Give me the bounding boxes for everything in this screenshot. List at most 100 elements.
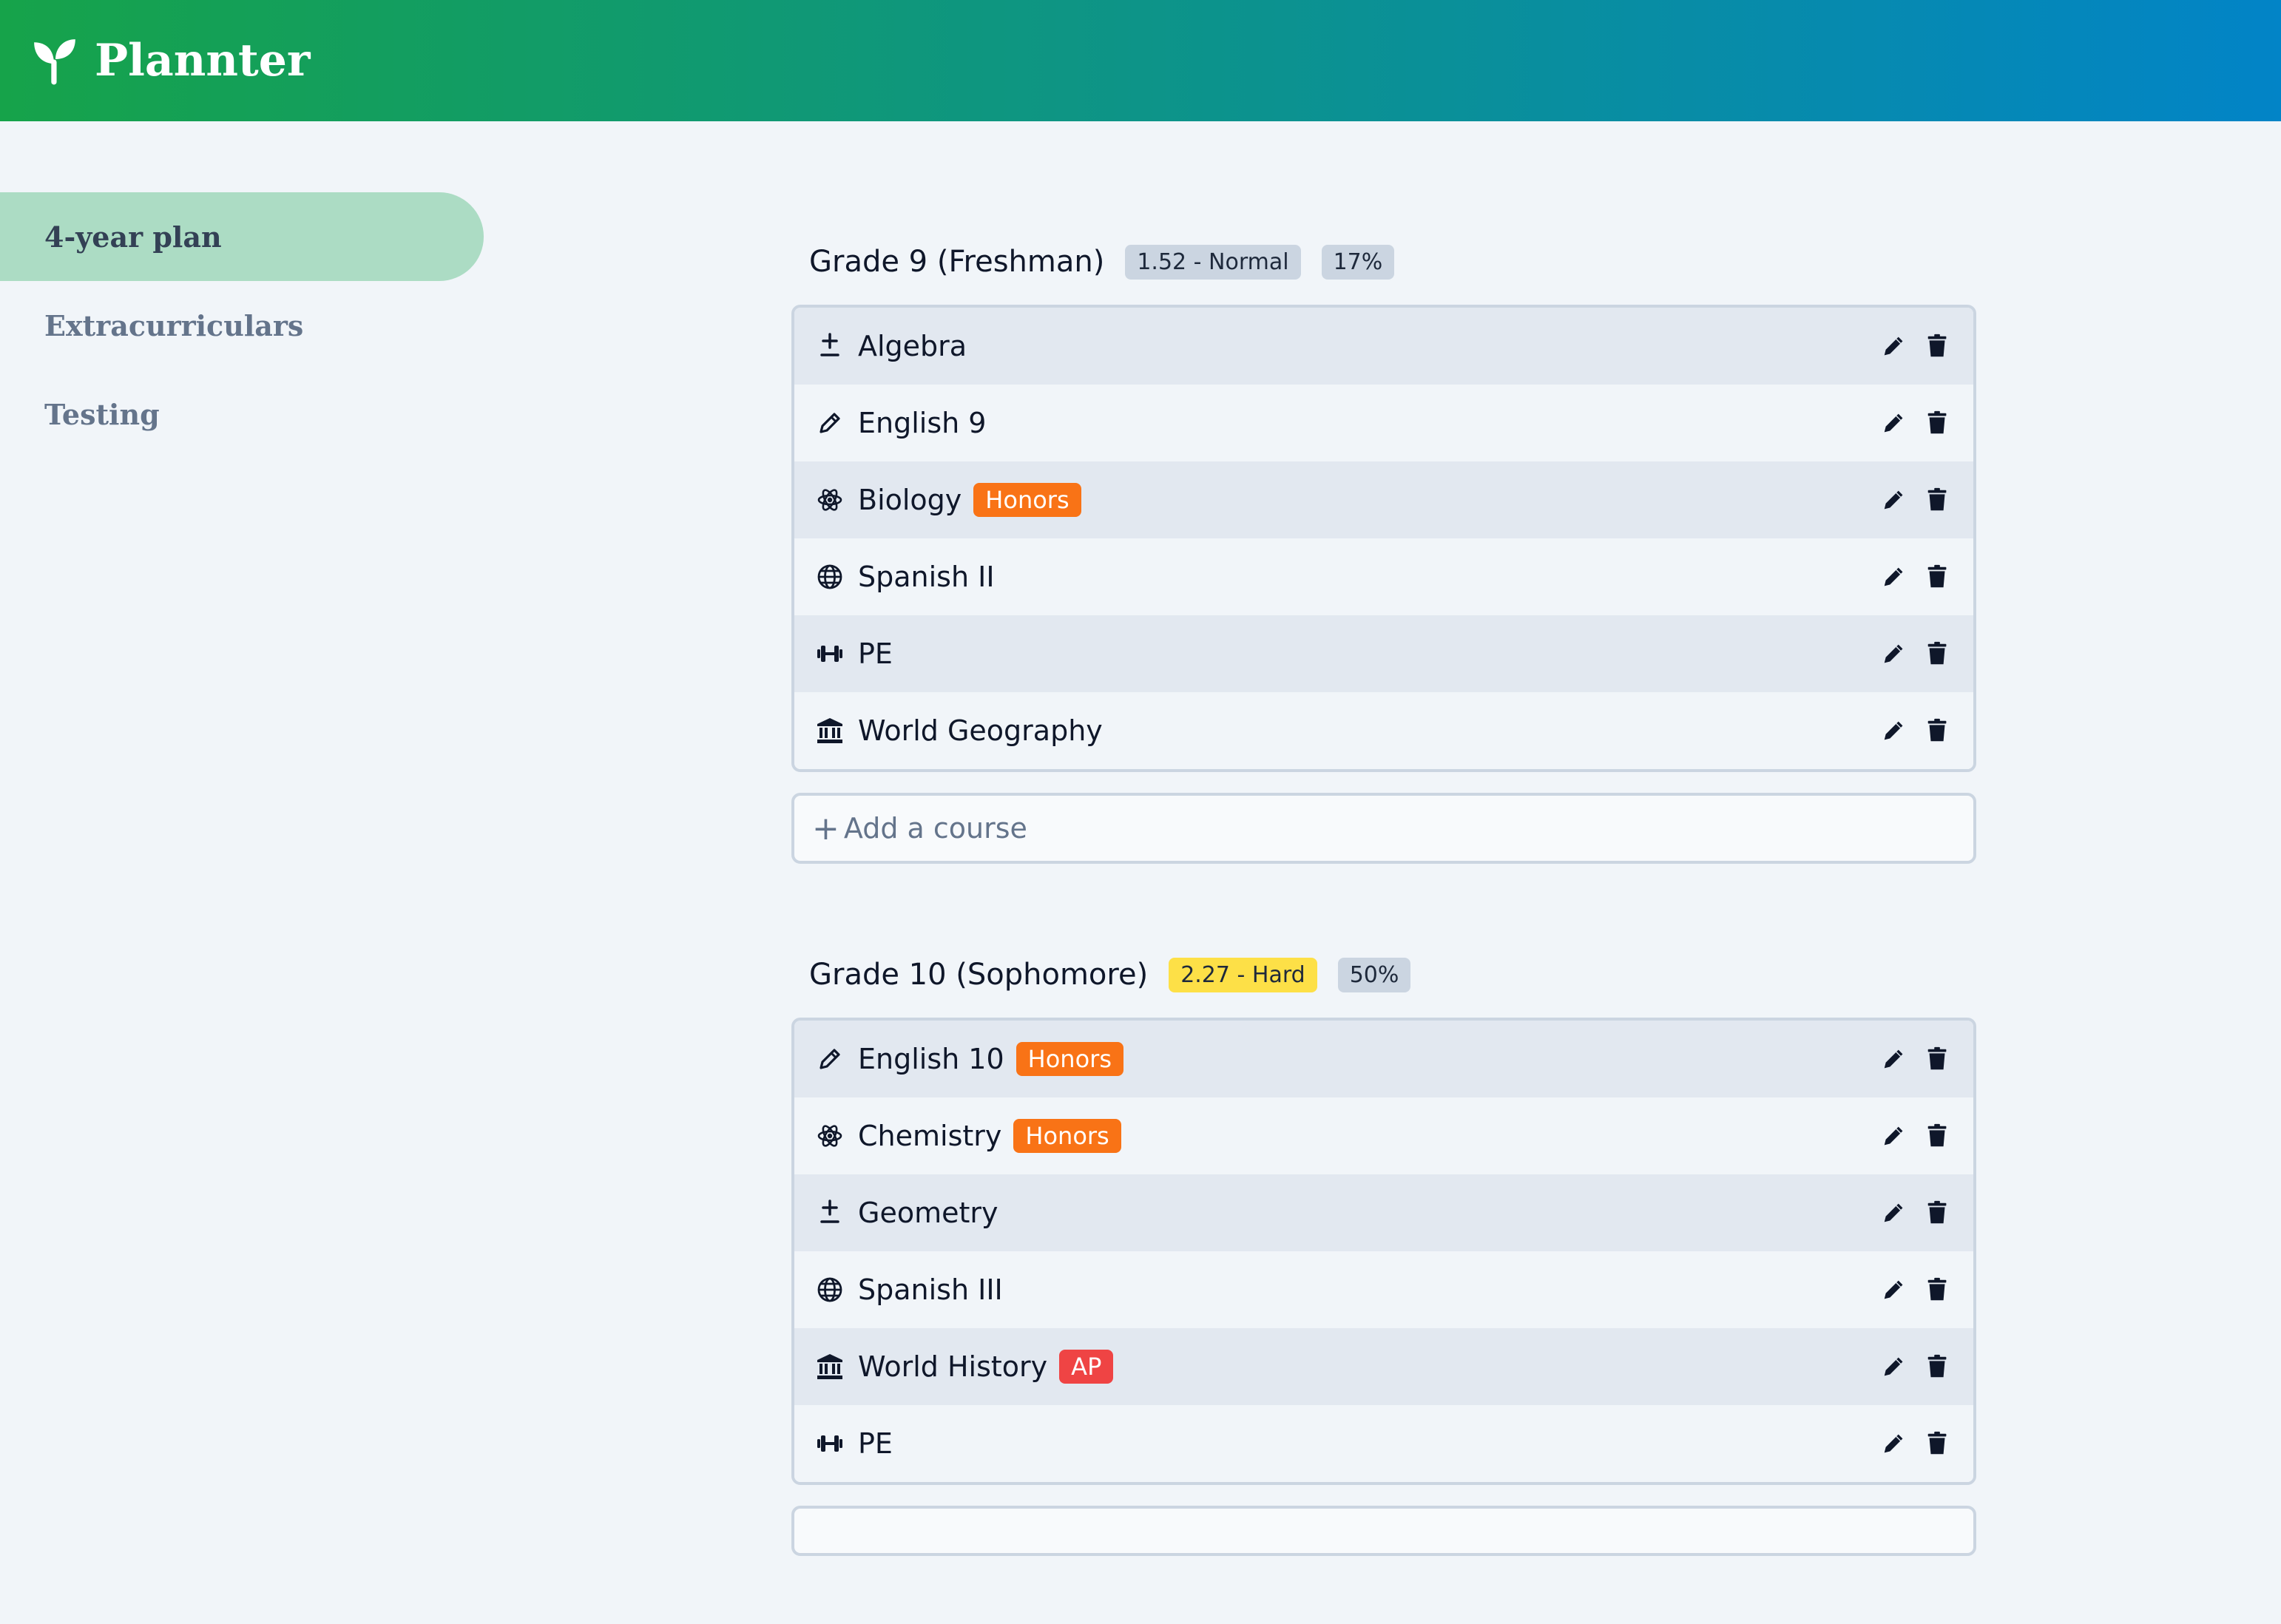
honors-badge: Honors [1013, 1119, 1121, 1153]
edit-pencil-icon [1884, 1049, 1903, 1069]
trash-icon [1927, 1200, 1947, 1224]
edit-pencil-icon [1884, 336, 1903, 356]
trash-icon [1927, 410, 1947, 434]
course-row-spanish-iii[interactable]: Spanish III [794, 1251, 1973, 1328]
delete-course-button[interactable] [1922, 1197, 1954, 1229]
dumbbell-icon [817, 1435, 842, 1452]
edit-course-button[interactable] [1879, 1273, 1911, 1306]
course-row-biology[interactable]: Biology Honors [794, 461, 1973, 538]
year-section: Grade 10 (Sophomore) 2.27 - Hard 50% Englis… [791, 932, 1976, 1556]
add-course-button[interactable]: + Add a course [791, 793, 1976, 864]
trash-icon [1927, 1354, 1947, 1378]
sidebar-item-label: Testing [44, 397, 160, 431]
edit-course-button[interactable] [1879, 1120, 1911, 1152]
delete-course-button[interactable] [1922, 407, 1954, 439]
course-row-geometry[interactable]: Geometry [794, 1174, 1973, 1251]
course-name: World History [858, 1350, 1048, 1383]
year-title: Grade 10 (Sophomore) [809, 958, 1149, 992]
brand[interactable]: Plannter [31, 35, 311, 87]
course-row-algebra[interactable]: Algebra [794, 308, 1973, 385]
trash-icon [1927, 1046, 1947, 1070]
delete-course-button[interactable] [1922, 561, 1954, 593]
app-name: Plannter [95, 35, 311, 87]
trash-icon [1927, 334, 1947, 357]
course-name: Spanish II [858, 561, 995, 593]
pencil-icon [820, 413, 840, 433]
add-course-label: Add a course [843, 812, 1027, 845]
edit-pencil-icon [1884, 721, 1903, 740]
edit-pencil-icon [1884, 1203, 1903, 1222]
year-section: Grade 9 (Freshman) 1.52 - Normal 17% Algebr… [791, 219, 1976, 864]
delete-course-button[interactable] [1922, 1350, 1954, 1383]
honors-badge: Honors [1016, 1042, 1123, 1076]
course-name: English 9 [858, 407, 987, 439]
course-name: English 10 [858, 1043, 1004, 1075]
course-row-world-geography[interactable]: World Geography [794, 692, 1973, 769]
delete-course-button[interactable] [1922, 330, 1954, 362]
trash-icon [1927, 1123, 1947, 1147]
trash-icon [1927, 1431, 1947, 1455]
course-name: Spanish III [858, 1273, 1003, 1306]
course-row-pe[interactable]: PE [794, 615, 1973, 692]
delete-course-button[interactable] [1922, 1427, 1954, 1460]
progress-percent-badge: 17% [1321, 244, 1395, 280]
sprout-icon [34, 39, 75, 85]
year-header: Grade 9 (Freshman) 1.52 - Normal 17% [791, 219, 1976, 305]
edit-pencil-icon [1884, 1126, 1903, 1146]
edit-pencil-icon [1884, 1280, 1903, 1299]
landmark-icon [817, 1354, 842, 1379]
sidebar-item-4-year-plan[interactable]: 4-year plan [0, 192, 484, 281]
sidebar-item-label: 4-year plan [44, 220, 222, 254]
course-name: PE [858, 1427, 893, 1460]
progress-percent-badge: 50% [1337, 957, 1411, 992]
difficulty-badge: 1.52 - Normal [1125, 244, 1301, 280]
course-name: Chemistry [858, 1120, 1002, 1152]
course-row-english-9[interactable]: English 9 [794, 385, 1973, 461]
edit-pencil-icon [1884, 644, 1903, 663]
delete-course-button[interactable] [1922, 637, 1954, 670]
plus-minus-icon [820, 333, 839, 356]
delete-course-button[interactable] [1922, 1273, 1954, 1306]
course-row-english-10[interactable]: English 10 Honors [794, 1021, 1973, 1097]
plus-minus-icon [820, 1200, 839, 1223]
trash-icon [1927, 487, 1947, 511]
course-name: Geometry [858, 1197, 998, 1229]
edit-course-button[interactable] [1879, 1350, 1911, 1383]
delete-course-button[interactable] [1922, 1120, 1954, 1152]
sidebar-item-testing[interactable]: Testing [0, 370, 488, 459]
year-header: Grade 10 (Sophomore) 2.27 - Hard 50% [791, 932, 1976, 1018]
sidebar-item-label: Extracurriculars [44, 308, 304, 342]
landmark-icon [817, 718, 842, 743]
edit-course-button[interactable] [1879, 1427, 1911, 1460]
edit-pencil-icon [1884, 1434, 1903, 1453]
edit-pencil-icon [1884, 490, 1903, 510]
sidebar-item-extracurriculars[interactable]: Extracurriculars [0, 281, 488, 370]
atom-icon [817, 489, 842, 511]
trash-icon [1927, 718, 1947, 742]
edit-course-button[interactable] [1879, 714, 1911, 747]
course-list: Algebra English 9 Biology Honors Spanish II P… [791, 305, 1976, 772]
difficulty-badge: 2.27 - Hard [1169, 957, 1317, 992]
trash-icon [1927, 641, 1947, 665]
course-row-spanish-ii[interactable]: Spanish II [794, 538, 1973, 615]
sidebar-nav: 4-year plan Extracurriculars Testing [0, 192, 488, 459]
edit-course-button[interactable] [1879, 1043, 1911, 1075]
dumbbell-icon [817, 646, 842, 662]
edit-course-button[interactable] [1879, 1197, 1911, 1229]
course-row-world-history[interactable]: World History AP [794, 1328, 1973, 1405]
year-title: Grade 9 (Freshman) [809, 245, 1105, 279]
edit-course-button[interactable] [1879, 484, 1911, 516]
delete-course-button[interactable] [1922, 484, 1954, 516]
delete-course-button[interactable] [1922, 714, 1954, 747]
edit-course-button[interactable] [1879, 330, 1911, 362]
add-course-button[interactable] [791, 1506, 1976, 1556]
edit-course-button[interactable] [1879, 637, 1911, 670]
course-row-chemistry[interactable]: Chemistry Honors [794, 1097, 1973, 1174]
delete-course-button[interactable] [1922, 1043, 1954, 1075]
edit-course-button[interactable] [1879, 407, 1911, 439]
edit-course-button[interactable] [1879, 561, 1911, 593]
plus-icon: + [812, 809, 839, 847]
course-row-pe[interactable]: PE [794, 1405, 1973, 1482]
trash-icon [1927, 564, 1947, 588]
course-name: Biology [858, 484, 962, 516]
